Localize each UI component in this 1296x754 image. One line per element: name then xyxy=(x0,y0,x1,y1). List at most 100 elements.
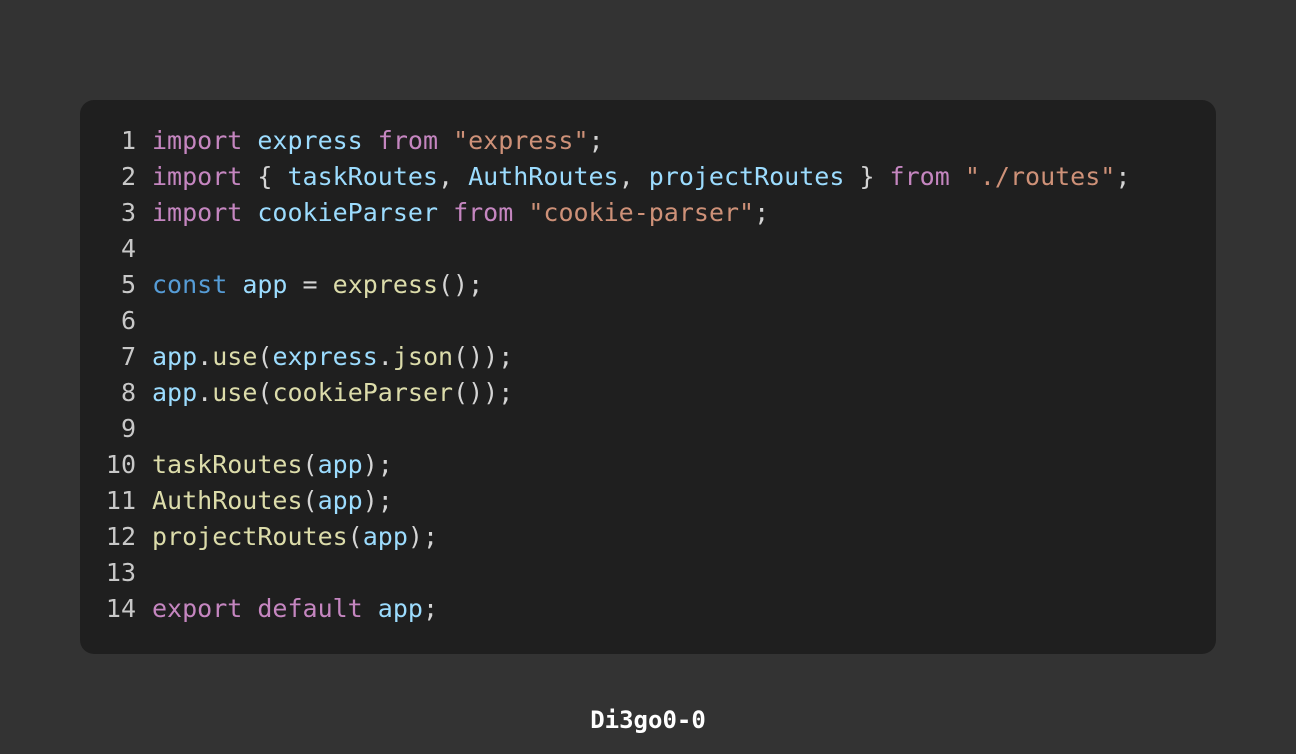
line-number: 7 xyxy=(120,342,136,371)
code-token: use xyxy=(212,342,258,371)
code-token: AuthRoutes xyxy=(468,162,619,191)
code-token: ; xyxy=(422,594,439,623)
code-token: . xyxy=(377,342,393,371)
code-token: json xyxy=(392,342,454,371)
code-token: app xyxy=(152,378,198,407)
code-token: const xyxy=(152,270,228,299)
line-number: 12 xyxy=(105,522,136,551)
code-token: express xyxy=(272,342,378,371)
code-line: 3 import cookieParser from "cookie-parser… xyxy=(80,195,1210,231)
code-token: app xyxy=(152,342,198,371)
line-number: 9 xyxy=(120,414,136,443)
code-line: 13 xyxy=(80,555,1210,591)
code-token: ); xyxy=(362,486,393,515)
code-token: ( xyxy=(257,342,273,371)
code-token: app xyxy=(317,486,363,515)
line-code: import express from "express"; xyxy=(152,123,604,159)
code-token: , xyxy=(618,162,649,191)
code-token: ()); xyxy=(453,342,514,371)
code-token: import xyxy=(152,198,243,227)
code-line: 12 projectRoutes(app); xyxy=(80,519,1210,555)
code-token: use xyxy=(212,378,258,407)
code-token: app xyxy=(377,594,423,623)
code-token: import xyxy=(152,162,243,191)
line-code: app.use(express.json()); xyxy=(152,339,513,375)
line-number: 4 xyxy=(120,234,136,263)
code-token: "cookie-parser" xyxy=(528,198,755,227)
code-token: . xyxy=(197,342,213,371)
line-code: import { taskRoutes, AuthRoutes, project… xyxy=(152,159,1130,195)
code-line: 11 AuthRoutes(app); xyxy=(80,483,1210,519)
code-token: from xyxy=(889,162,950,191)
code-token: taskRoutes xyxy=(287,162,438,191)
code-line: 5 const app = express(); xyxy=(80,267,1210,303)
code-token: ( xyxy=(347,522,363,551)
line-number: 11 xyxy=(105,486,136,515)
code-token: from xyxy=(453,198,514,227)
line-number: 3 xyxy=(120,198,136,227)
line-code: import cookieParser from "cookie-parser"… xyxy=(152,195,769,231)
code-token: { xyxy=(242,162,288,191)
line-number: 14 xyxy=(105,594,136,623)
line-number: 8 xyxy=(120,378,136,407)
code-token: ( xyxy=(302,450,318,479)
code-line: 8 app.use(cookieParser()); xyxy=(80,375,1210,411)
line-code: app.use(cookieParser()); xyxy=(152,375,513,411)
line-number: 5 xyxy=(120,270,136,299)
code-line: 2 import { taskRoutes, AuthRoutes, projec… xyxy=(80,159,1210,195)
code-token: ( xyxy=(302,486,318,515)
code-token: projectRoutes xyxy=(152,522,348,551)
code-token: ()); xyxy=(453,378,514,407)
code-token: app xyxy=(317,450,363,479)
line-code: AuthRoutes(app); xyxy=(152,483,393,519)
code-token: cookieParser xyxy=(272,378,454,407)
code-token: taskRoutes xyxy=(152,450,303,479)
code-line: 10 taskRoutes(app); xyxy=(80,447,1210,483)
code-line: 9 xyxy=(80,411,1210,447)
code-token: "express" xyxy=(453,126,589,155)
code-token: ); xyxy=(362,450,393,479)
code-token: AuthRoutes xyxy=(152,486,303,515)
code-line: 7 app.use(express.json()); xyxy=(80,339,1210,375)
code-token: ( xyxy=(257,378,273,407)
line-number: 2 xyxy=(120,162,136,191)
code-token: ; xyxy=(588,126,604,155)
line-number: 13 xyxy=(105,558,136,587)
line-number: 6 xyxy=(120,306,136,335)
code-token: "./routes" xyxy=(964,162,1116,191)
code-token: default xyxy=(257,594,363,623)
code-token: from xyxy=(377,126,439,155)
code-token: , xyxy=(437,162,469,191)
code-token: import xyxy=(152,126,243,155)
code-line: 1 import express from "express"; xyxy=(80,123,1210,159)
code-token: app xyxy=(362,522,408,551)
code-token: = xyxy=(287,270,333,299)
line-number: 10 xyxy=(105,450,136,479)
line-code: const app = express(); xyxy=(152,267,483,303)
author-watermark: Di3go0-0 xyxy=(590,706,706,734)
code-token: export xyxy=(152,594,243,623)
code-token: ; xyxy=(754,198,770,227)
code-token: ; xyxy=(1115,162,1131,191)
line-code: export default app; xyxy=(152,591,438,627)
line-code: projectRoutes(app); xyxy=(152,519,438,555)
line-number: 1 xyxy=(120,126,136,155)
code-token: (); xyxy=(438,270,484,299)
code-token: projectRoutes xyxy=(648,162,845,191)
code-line: 6 xyxy=(80,303,1210,339)
code-token: app xyxy=(242,270,288,299)
code-line: 4 xyxy=(80,231,1210,267)
code-token: ); xyxy=(407,522,438,551)
code-line: 14 export default app; xyxy=(80,591,1210,627)
code-token: cookieParser xyxy=(257,198,438,227)
code-token: } xyxy=(844,162,890,191)
code-token: . xyxy=(197,378,213,407)
